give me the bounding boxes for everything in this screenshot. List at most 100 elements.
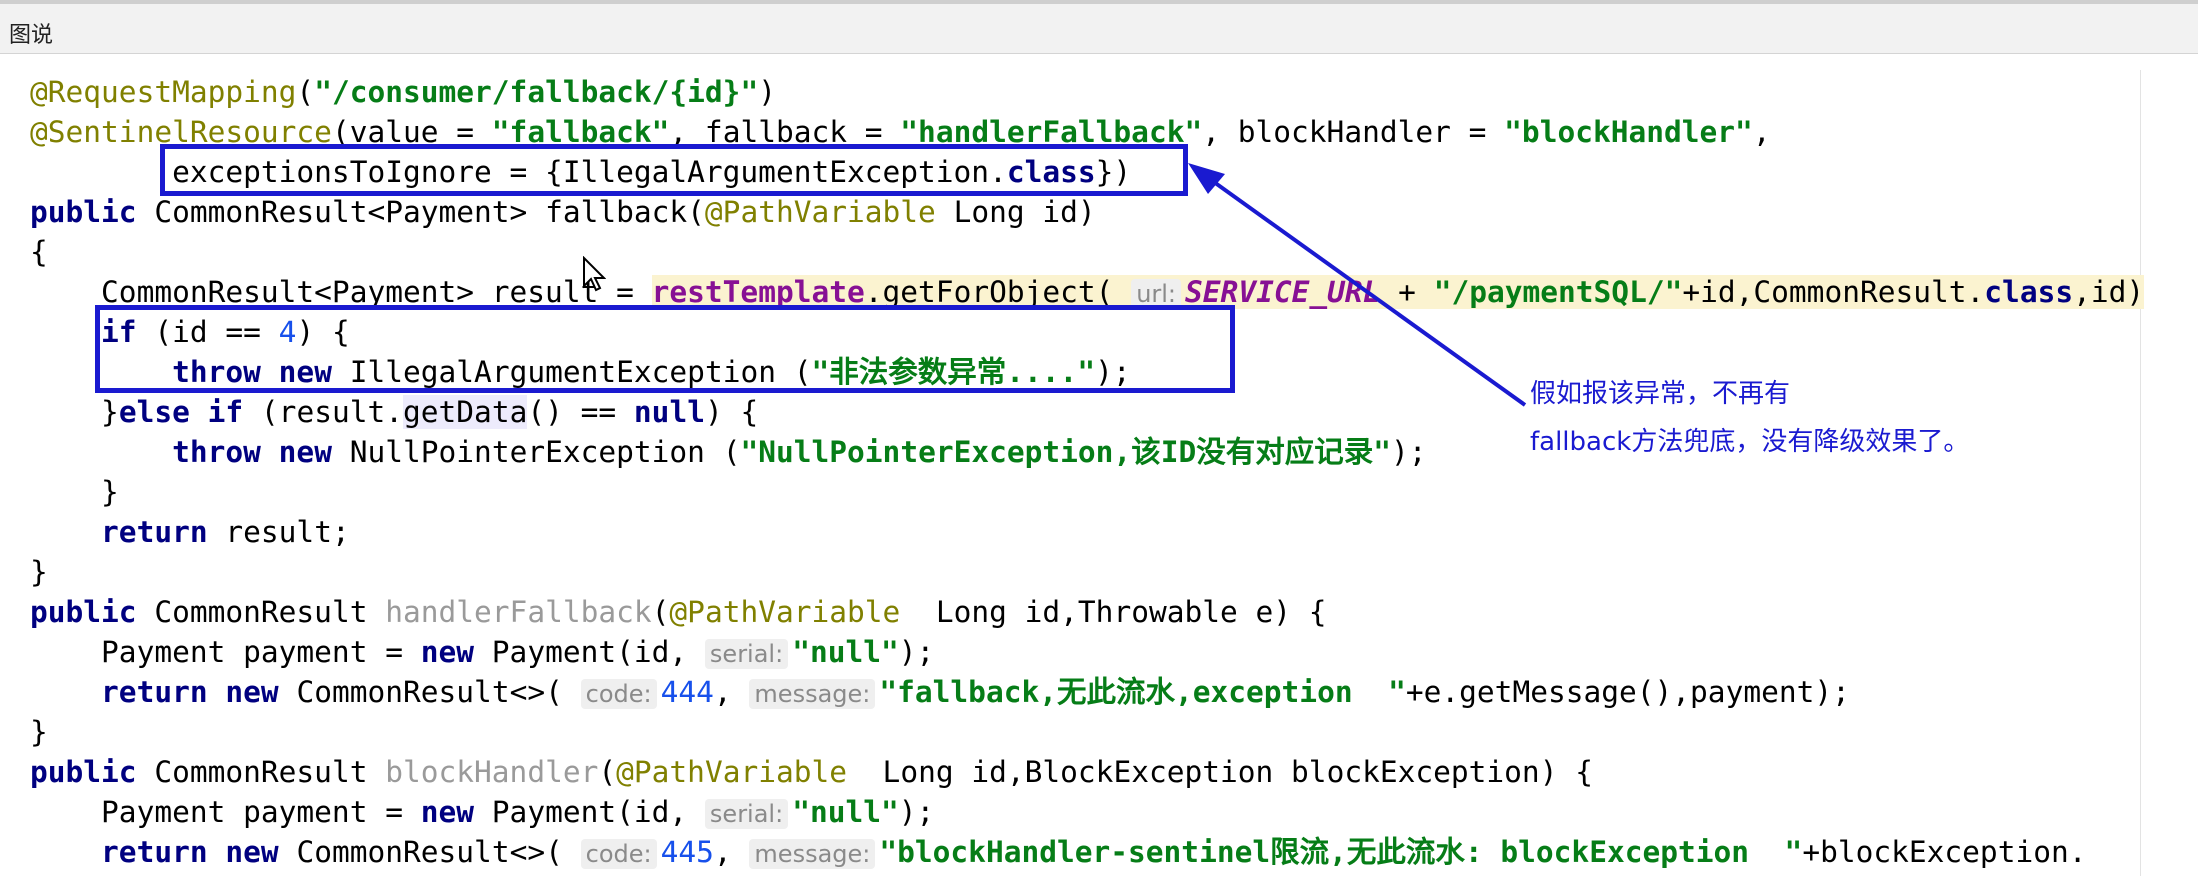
- keyword: return: [101, 675, 208, 709]
- highlight-box-if-throw: [95, 305, 1235, 393]
- code-text: (: [598, 755, 617, 789]
- code-text: ,: [1752, 115, 1771, 149]
- code-text: (: [296, 75, 315, 109]
- keyword: public: [30, 595, 137, 629]
- keyword: new: [225, 675, 279, 709]
- string-literal: "null": [792, 635, 899, 669]
- annotation-line-1: 假如报该异常，不再有: [1530, 379, 1791, 409]
- code-text: Payment(id,: [474, 635, 705, 669]
- code-text: CommonResult: [136, 595, 386, 629]
- keyword: throw: [172, 435, 261, 469]
- code-text: () ==: [527, 395, 634, 429]
- code-text: ): [758, 75, 776, 109]
- string-literal: "fallback,无此流水,exception ": [879, 675, 1406, 709]
- parameter-hint: serial:: [704, 799, 789, 829]
- annotation-line-2: fallback方法兜底，没有降级效果了。: [1530, 427, 1970, 457]
- code-text: NullPointerException (: [331, 435, 741, 469]
- highlight-box-exceptions-to-ignore: [160, 144, 1188, 196]
- code-text: ,: [713, 835, 750, 869]
- keyword: class: [1984, 275, 2074, 309]
- window-title: 图说: [9, 23, 54, 48]
- code-text: }: [30, 475, 119, 509]
- parameter-hint: serial:: [704, 639, 789, 669]
- window-title-bar: 图说: [0, 0, 2198, 54]
- code-line-12: return result;: [30, 512, 2144, 552]
- code-line-18: public CommonResult blockHandler(@PathVa…: [30, 752, 2144, 792]
- keyword: if: [207, 395, 244, 429]
- code-text: .getForObject(: [864, 275, 1132, 309]
- code-line-16: return new CommonResult<>( code: 444, mes…: [30, 672, 2144, 712]
- string-literal: "/paymentSQL/": [1433, 275, 1683, 309]
- code-line-14: public CommonResult handlerFallback(@Pat…: [30, 592, 2144, 632]
- code-text: }: [30, 715, 48, 749]
- keyword: new: [420, 635, 475, 669]
- annotation-token: @RequestMapping: [30, 75, 297, 109]
- code-text: }: [30, 555, 48, 589]
- field-reference: restTemplate: [651, 275, 865, 309]
- code-line-5: {: [30, 232, 2144, 272]
- unused-method-name: handlerFallback: [385, 595, 652, 629]
- code-text: CommonResult<>(: [278, 675, 581, 709]
- code-text: }: [30, 395, 119, 429]
- annotation-token: @PathVariable: [704, 195, 936, 229]
- keyword: new: [420, 795, 475, 829]
- code-text: (: [651, 595, 670, 629]
- keyword: else: [118, 395, 190, 429]
- number-literal: 444: [660, 675, 714, 709]
- code-text: ) {: [704, 395, 759, 429]
- code-text: +e.getMessage(),payment);: [1405, 675, 1850, 709]
- code-line-15: Payment payment = new Payment(id, serial…: [30, 632, 2144, 672]
- constant-reference: SERVICE_URL: [1185, 275, 1381, 309]
- code-text: {: [30, 235, 48, 269]
- parameter-hint: message:: [749, 839, 876, 869]
- keyword: public: [30, 755, 137, 789]
- method-usage-highlight: getData: [403, 395, 528, 429]
- code-text: );: [1390, 435, 1427, 469]
- annotation-token: @PathVariable: [616, 755, 848, 789]
- parameter-hint: message:: [749, 679, 876, 709]
- code-line-1: @RequestMapping("/consumer/fallback/{id}…: [30, 72, 2144, 112]
- number-literal: 445: [660, 835, 714, 869]
- code-text: ,id): [2073, 275, 2145, 309]
- unused-method-name: blockHandler: [385, 755, 599, 789]
- annotation-note: 假如报该异常，不再有 fallback方法兜底，没有降级效果了。: [1530, 370, 1969, 466]
- code-line-11: }: [30, 472, 2144, 512]
- code-text: Long id,Throwable e) {: [900, 595, 1327, 629]
- code-text: ,: [713, 675, 750, 709]
- code-text: Long id,BlockException blockException) {: [847, 755, 1593, 789]
- code-text: CommonResult<Payment> fallback(: [136, 195, 705, 229]
- code-text: result;: [207, 515, 350, 549]
- keyword: null: [633, 395, 705, 429]
- code-line-20: return new CommonResult<>( code: 445, mes…: [30, 832, 2144, 872]
- code-line-4: public CommonResult<Payment> fallback(@P…: [30, 192, 2144, 232]
- code-text: Payment payment =: [30, 795, 421, 829]
- code-line-19: Payment payment = new Payment(id, serial…: [30, 792, 2144, 832]
- string-literal: "NullPointerException,该ID没有对应记录": [740, 435, 1391, 469]
- string-literal: "blockHandler": [1504, 115, 1753, 149]
- code-text: , blockHandler =: [1202, 115, 1505, 149]
- code-text: (result.: [243, 395, 404, 429]
- code-text: Payment(id,: [474, 795, 705, 829]
- code-text: CommonResult<>(: [278, 835, 581, 869]
- string-literal: "null": [792, 795, 899, 829]
- keyword: public: [30, 195, 137, 229]
- string-literal: "blockHandler-sentinel限流,无此流水: blockExce…: [879, 835, 1803, 869]
- code-text: );: [898, 635, 935, 669]
- code-text: +: [1380, 275, 1434, 309]
- code-text: Long id): [935, 195, 1096, 229]
- code-text: +id,CommonResult.: [1682, 275, 1985, 309]
- code-text: CommonResult: [136, 755, 386, 789]
- keyword: return: [101, 515, 208, 549]
- parameter-hint: code:: [580, 839, 657, 869]
- code-line-17: }: [30, 712, 2144, 752]
- keyword: return: [101, 835, 208, 869]
- code-text: Payment payment =: [30, 635, 421, 669]
- parameter-hint: code:: [580, 679, 657, 709]
- code-text: +blockException.: [1802, 835, 2087, 869]
- annotation-token: @PathVariable: [669, 595, 901, 629]
- keyword: new: [278, 435, 332, 469]
- keyword: new: [225, 835, 279, 869]
- string-literal: "/consumer/fallback/{id}": [314, 75, 759, 109]
- code-text: CommonResult<Payment> result =: [30, 275, 652, 309]
- mouse-cursor-icon: [583, 256, 606, 292]
